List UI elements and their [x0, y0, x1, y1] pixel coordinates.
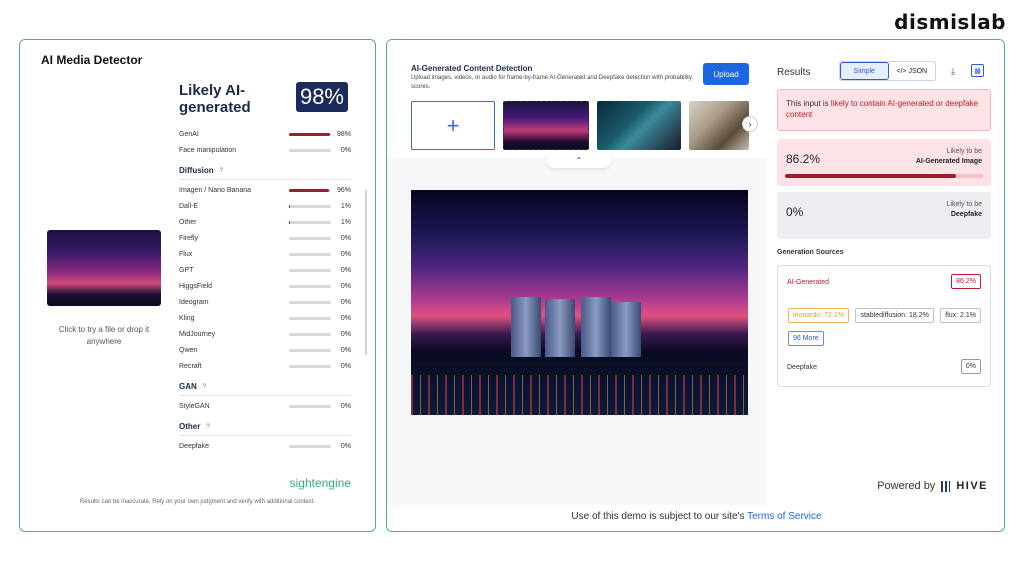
media-thumbnail[interactable] [597, 101, 681, 150]
terms-of-service-link[interactable]: Terms of Service [747, 511, 821, 522]
score-row: Ideogram 0% [179, 298, 351, 306]
image-detail [545, 299, 575, 357]
deepfake-badge: 0% [960, 359, 981, 374]
ai-generated-badge: 86.2% [951, 274, 981, 289]
media-column: AI-Generated Content Detection Upload im… [387, 40, 766, 505]
score-row: Other 1% [179, 218, 351, 226]
divider [179, 435, 351, 436]
help-icon[interactable]: ? [206, 424, 209, 430]
generation-sources-title: Generation Sources [777, 249, 844, 256]
upload-button[interactable]: Upload [703, 63, 749, 85]
detection-title: AI-Generated Content Detection [411, 64, 533, 73]
source-chips: leonardo: 72.1% stablediffusion: 18.2% f… [788, 304, 984, 350]
file-drop-zone[interactable]: Click to try a file or drop it anywhere [46, 230, 162, 348]
score-row: GenAI 98% [179, 130, 352, 138]
section-heading: Diffusion? [179, 166, 224, 175]
grid-view-icon[interactable]: ▦ [971, 64, 984, 77]
score-row: Flux 0% [179, 250, 351, 258]
download-icon[interactable]: ⤓ [951, 66, 955, 77]
ai-generated-card: 86.2% Likely to be AI-Generated Image [777, 139, 991, 186]
image-detail [511, 297, 541, 357]
help-icon[interactable]: ? [203, 384, 206, 390]
media-thumbnail[interactable] [689, 101, 749, 150]
help-icon[interactable]: ? [220, 168, 223, 174]
image-detail [411, 363, 748, 375]
tab-json[interactable]: </> JSON [889, 62, 936, 80]
deepfake-score: 0% [786, 205, 804, 219]
score-row: Face manipulation 0% [179, 146, 351, 154]
result-alert: This input is likely to contain AI-gener… [777, 89, 991, 131]
hive-logo-icon [941, 480, 951, 492]
powered-by-hive[interactable]: Powered by HIVE [877, 480, 988, 492]
score-row: Qwen 0% [179, 346, 351, 354]
upload-area: AI-Generated Content Detection Upload im… [387, 40, 766, 158]
overall-score: 98% [295, 82, 348, 112]
divider [179, 395, 351, 396]
source-chip: stablediffusion: 18.2% [855, 308, 934, 323]
ai-media-detector-panel: AI Media Detector Click to try a file or… [19, 39, 376, 532]
add-media-button[interactable]: + [411, 101, 495, 150]
collapse-toggle[interactable]: ⌃ [547, 153, 611, 168]
detection-subtitle: Upload images, videos, or audio for fram… [411, 75, 692, 90]
results-column: Results Simple </> JSON ⤓ ▦ This input i… [767, 40, 1004, 505]
view-toggle: Simple </> JSON [839, 61, 936, 81]
image-detail [411, 375, 748, 415]
chevron-right-icon[interactable]: › [742, 116, 758, 132]
sightengine-logo[interactable]: sightengine [290, 476, 351, 490]
divider [179, 179, 351, 180]
section-heading: GAN? [179, 382, 207, 391]
panel-title: AI Media Detector [41, 53, 143, 67]
source-chip: flux: 2.1% [940, 308, 982, 323]
score-row: Deepfake 0% [179, 442, 351, 450]
deepfake-card: 0% Likely to be Deepfake [777, 192, 991, 239]
terms-notice: Use of this demo is subject to our site'… [571, 511, 822, 522]
uploaded-image-thumbnail[interactable] [47, 230, 161, 306]
score-row: GPT 0% [179, 266, 351, 274]
score-row: Firefly 0% [179, 234, 351, 242]
score-row: Imagen / Nano Banana 96% [179, 186, 352, 194]
score-list: GenAI 98% Face manipulation 0% Diffusion… [179, 126, 351, 454]
brand-logo: dismislab [894, 10, 1006, 34]
results-title: Results [777, 67, 811, 78]
plus-icon: + [446, 112, 460, 138]
score-row: HiggsField 0% [179, 282, 351, 290]
score-row: MidJourney 0% [179, 330, 351, 338]
analyzed-image-preview [411, 190, 748, 415]
more-sources-button[interactable]: 96 More [788, 331, 824, 346]
generation-sources: AI-Generated 86.2% leonardo: 72.1% stabl… [777, 265, 991, 387]
section-heading: Other? [179, 422, 210, 431]
disclaimer: Results can be inaccurate. Rely on your … [79, 499, 316, 505]
result-header: Likely AI-generated 98% [179, 82, 359, 116]
score-row: Recraft 0% [179, 362, 351, 370]
ai-score: 86.2% [786, 152, 821, 166]
scrollbar[interactable] [365, 190, 367, 355]
drop-hint: Click to try a file or drop it anywhere [58, 325, 150, 346]
ai-progress-bar [785, 174, 983, 178]
source-chip: leonardo: 72.1% [788, 308, 849, 323]
hive-detection-panel: AI-Generated Content Detection Upload im… [386, 39, 1005, 532]
verdict-text: Likely AI-generated [179, 82, 251, 116]
image-detail [611, 302, 641, 357]
score-row: StyleGAN 0% [179, 402, 351, 410]
tab-simple[interactable]: Simple [840, 62, 889, 80]
chevron-up-icon: ⌃ [575, 156, 583, 165]
score-row: Dall-E 1% [179, 202, 351, 210]
media-thumbnail-selected[interactable] [503, 101, 589, 150]
image-detail [581, 297, 611, 357]
deepfake-label: Deepfake [787, 364, 817, 371]
ai-generated-label: AI-Generated [787, 279, 830, 286]
score-sections: Diffusion? Imagen / Nano Banana 96% Dall-E 1… [179, 166, 351, 454]
score-row: Kling 0% [179, 314, 351, 322]
